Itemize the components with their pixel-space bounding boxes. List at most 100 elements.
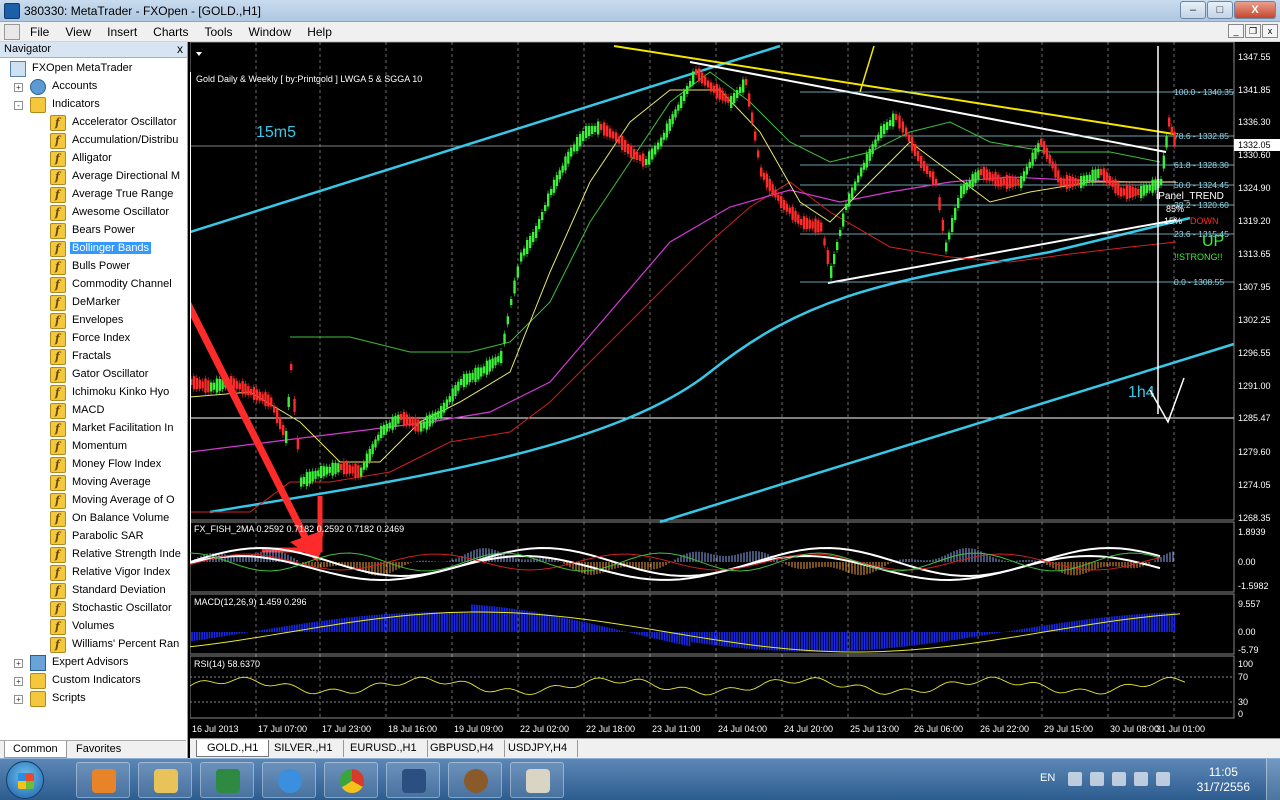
indicator-icon: [50, 241, 66, 257]
candle: [836, 242, 839, 250]
indicator-parabolic-sar[interactable]: Parabolic SAR: [0, 528, 186, 546]
volume-icon[interactable]: [1156, 772, 1170, 786]
clock[interactable]: 11:05 31/7/2556: [1197, 765, 1250, 795]
menu-charts[interactable]: Charts: [145, 22, 196, 42]
indicator-fractals[interactable]: Fractals: [0, 348, 186, 366]
tree-custom-indicators[interactable]: + Custom Indicators: [0, 672, 186, 690]
indicator-money-flow-index[interactable]: Money Flow Index: [0, 456, 186, 474]
indicator-momentum[interactable]: Momentum: [0, 438, 186, 456]
indicator-on-balance-volume[interactable]: On Balance Volume: [0, 510, 186, 528]
tab-favorites[interactable]: Favorites: [68, 741, 129, 758]
collapse-icon[interactable]: -: [14, 101, 23, 110]
tree-expert-advisors[interactable]: + Expert Advisors: [0, 654, 186, 672]
chart-document-icon[interactable]: [4, 24, 20, 40]
maximize-button[interactable]: □: [1207, 1, 1233, 19]
indicator-stochastic-oscillator[interactable]: Stochastic Oscillator: [0, 600, 186, 618]
menu-tools[interactable]: Tools: [197, 22, 241, 42]
taskbar-app[interactable]: [448, 762, 502, 798]
taskbar-internet-explorer[interactable]: [262, 762, 316, 798]
indicator-ichimoku-kinko-hyo[interactable]: Ichimoku Kinko Hyo: [0, 384, 186, 402]
candle: [331, 462, 334, 476]
time-axis-label: 30 Jul 08:00: [1110, 724, 1159, 734]
indicator-accelerator-oscillator[interactable]: Accelerator Oscillator: [0, 114, 186, 132]
chart-menu-icon[interactable]: [196, 52, 202, 56]
indicator-macd[interactable]: MACD: [0, 402, 186, 420]
tree-item-label: Bears Power: [72, 224, 135, 236]
indicator-market-facilitation-in[interactable]: Market Facilitation In: [0, 420, 186, 438]
fisher-axis-label: -1.5982: [1238, 581, 1269, 591]
fib-level-label: 50.0 - 1324.45: [1174, 180, 1229, 190]
expand-icon[interactable]: +: [14, 83, 23, 92]
taskbar-excel[interactable]: [200, 762, 254, 798]
taskbar-chrome[interactable]: [324, 762, 378, 798]
indicator-demarker[interactable]: DeMarker: [0, 294, 186, 312]
indicator-bollinger-bands[interactable]: Bollinger Bands: [0, 240, 186, 258]
indicator-moving-average[interactable]: Moving Average: [0, 474, 186, 492]
indicator-accumulation-distribu[interactable]: Accumulation/Distribu: [0, 132, 186, 150]
tree-root[interactable]: FXOpen MetaTrader: [0, 60, 186, 78]
candle: [785, 203, 789, 212]
expand-icon[interactable]: +: [14, 677, 23, 686]
candle: [437, 411, 440, 418]
candle: [760, 167, 763, 177]
candle: [997, 174, 1000, 187]
chart-tab-gbpusd-h4[interactable]: GBPUSD,H4: [420, 740, 505, 757]
indicator-gator-oscillator[interactable]: Gator Oscillator: [0, 366, 186, 384]
network-icon[interactable]: [1134, 772, 1148, 786]
indicator-moving-average-of-o[interactable]: Moving Average of O: [0, 492, 186, 510]
indicator-bulls-power[interactable]: Bulls Power: [0, 258, 186, 276]
indicator-relative-strength-inde[interactable]: Relative Strength Inde: [0, 546, 186, 564]
indicator-envelopes[interactable]: Envelopes: [0, 312, 186, 330]
candle: [639, 155, 642, 161]
expand-icon[interactable]: +: [14, 659, 23, 668]
menu-file[interactable]: File: [22, 22, 57, 42]
taskbar-file-explorer[interactable]: [138, 762, 192, 798]
indicator-williams-percent-ran[interactable]: Williams' Percent Ran: [0, 636, 186, 654]
chart-window[interactable]: 1347.55 1341.85 1336.30 1330.60 1324.90 1319.…: [190, 42, 1280, 738]
price-chart[interactable]: 1347.55 1341.85 1336.30 1330.60 1324.90 1319.…: [190, 42, 1280, 738]
navigator-close-button[interactable]: x: [177, 42, 183, 56]
child-minimize-button[interactable]: _: [1228, 24, 1244, 38]
candle: [302, 477, 306, 485]
indicator-awesome-oscillator[interactable]: Awesome Oscillator: [0, 204, 186, 222]
indicator-alligator[interactable]: Alligator: [0, 150, 186, 168]
taskbar-media-player[interactable]: [76, 762, 130, 798]
language-indicator[interactable]: EN: [1040, 772, 1055, 784]
tree-indicators[interactable]: - Indicators: [0, 96, 186, 114]
indicator-average-true-range[interactable]: Average True Range: [0, 186, 186, 204]
start-button[interactable]: [6, 761, 44, 799]
tree-accounts[interactable]: + Accounts: [0, 78, 186, 96]
taskbar-metatrader[interactable]: [386, 762, 440, 798]
menu-view[interactable]: View: [57, 22, 99, 42]
indicator-average-directional-m[interactable]: Average Directional M: [0, 168, 186, 186]
chart-tab-silver-h1[interactable]: SILVER.,H1: [264, 740, 344, 757]
indicator-bears-power[interactable]: Bears Power: [0, 222, 186, 240]
indicator-volumes[interactable]: Volumes: [0, 618, 186, 636]
indicator-relative-vigor-index[interactable]: Relative Vigor Index: [0, 564, 186, 582]
price-axis-label: 1336.30: [1238, 117, 1271, 127]
menu-insert[interactable]: Insert: [99, 22, 145, 42]
action-center-icon[interactable]: [1112, 772, 1126, 786]
tab-common[interactable]: Common: [4, 741, 67, 758]
child-close-button[interactable]: x: [1262, 24, 1278, 38]
chart-tab-gold-h1[interactable]: GOLD.,H1: [196, 740, 270, 757]
tree-scripts[interactable]: + Scripts: [0, 690, 186, 708]
candle: [255, 389, 259, 401]
tree-item-label: Parabolic SAR: [72, 530, 144, 542]
chart-tab-eurusd-h1[interactable]: EURUSD.,H1: [340, 740, 428, 757]
candle: [523, 248, 526, 256]
indicator-commodity-channel[interactable]: Commodity Channel: [0, 276, 186, 294]
show-desktop-button[interactable]: [1266, 759, 1280, 800]
indicator-force-index[interactable]: Force Index: [0, 330, 186, 348]
menu-help[interactable]: Help: [299, 22, 340, 42]
tray-expand-icon[interactable]: [1090, 772, 1104, 786]
taskbar-paint[interactable]: [510, 762, 564, 798]
help-icon[interactable]: [1068, 772, 1082, 786]
minimize-button[interactable]: –: [1180, 1, 1206, 19]
expand-icon[interactable]: +: [14, 695, 23, 704]
chart-tab-usdjpy-h4[interactable]: USDJPY,H4: [498, 740, 579, 757]
indicator-standard-deviation[interactable]: Standard Deviation: [0, 582, 186, 600]
close-button[interactable]: X: [1234, 1, 1276, 19]
child-restore-button[interactable]: ❐: [1245, 24, 1261, 38]
menu-window[interactable]: Window: [241, 22, 300, 42]
